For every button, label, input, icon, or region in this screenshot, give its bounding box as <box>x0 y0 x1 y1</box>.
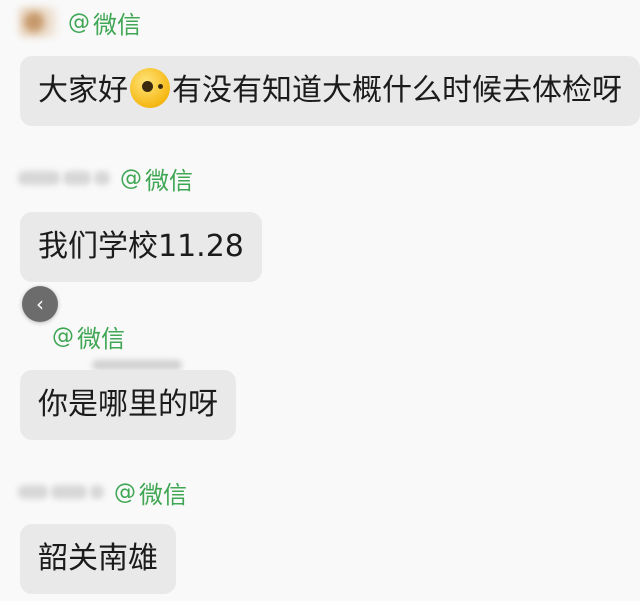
source-text: 微信 <box>93 10 141 39</box>
message-bubble[interactable]: 韶关南雄 <box>20 524 176 594</box>
message-source-label: @ 微信 <box>120 161 193 196</box>
message-sender-row: @ 微信 <box>18 158 193 198</box>
at-icon: @ <box>68 9 90 35</box>
at-icon: @ <box>114 479 136 505</box>
image-noise <box>92 360 182 370</box>
message-text: 大家好 <box>38 73 128 108</box>
at-icon: @ <box>120 165 142 191</box>
message-text: 我们学校11.28 <box>38 229 244 264</box>
source-text: 微信 <box>139 480 187 509</box>
message-sender-row: @ 微信 <box>18 2 141 42</box>
message-bubble[interactable]: 你是哪里的呀 <box>20 370 236 440</box>
message-text: 韶关南雄 <box>38 541 158 576</box>
message-text: 有没有知道大概什么时候去体检呀 <box>172 73 622 108</box>
message-sender-row: @ 微信 <box>52 316 125 356</box>
chat-screenshot: @ 微信 大家好 有没有知道大概什么时候去体检呀 @ 微信 我们学校11.28 ‹… <box>0 0 640 601</box>
message-bubble[interactable]: 我们学校11.28 <box>20 212 262 282</box>
message-source-label: @ 微信 <box>68 5 141 40</box>
message-text: 你是哪里的呀 <box>38 387 218 422</box>
avatar <box>18 6 58 38</box>
smiley-emoji-icon <box>130 68 170 108</box>
at-icon: @ <box>52 323 74 349</box>
message-bubble[interactable]: 大家好 有没有知道大概什么时候去体检呀 <box>20 56 640 126</box>
blurred-sender-name <box>18 6 58 38</box>
source-text: 微信 <box>145 166 193 195</box>
source-text: 微信 <box>77 324 125 353</box>
message-source-label: @ 微信 <box>52 319 125 354</box>
message-source-label: @ 微信 <box>114 475 187 510</box>
blurred-sender-name <box>18 171 110 185</box>
blurred-sender-name <box>18 485 104 499</box>
message-sender-row: @ 微信 <box>18 472 187 512</box>
